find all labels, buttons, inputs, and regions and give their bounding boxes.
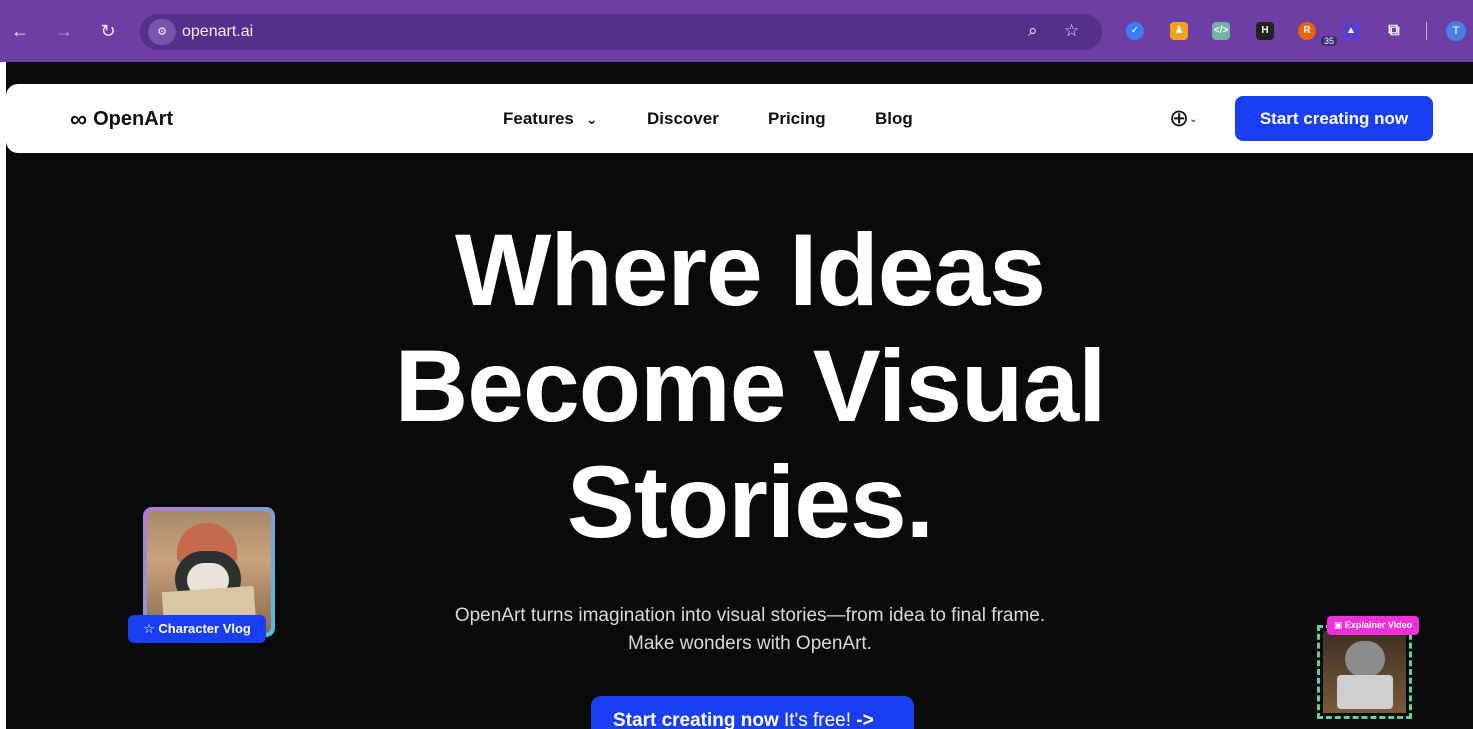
extension-figure-icon[interactable]: ♟	[1170, 22, 1188, 40]
nav-features[interactable]: Features ⌄	[503, 109, 598, 129]
extension-h-icon[interactable]: H	[1256, 22, 1274, 40]
cat-laptop-thumbnail	[1323, 631, 1406, 713]
explainer-video-tag[interactable]: ▣ Explainer Video	[1327, 616, 1419, 635]
extension-verified-icon[interactable]: ✓	[1126, 22, 1144, 40]
openart-logo[interactable]: ∞ OpenArt	[70, 105, 174, 133]
hero-cta-label: Start creating now It's free! ->	[613, 710, 874, 729]
hero-cta-bold: Start creating now	[613, 710, 779, 729]
hero-subtitle-line1: OpenArt turns imagination into visual st…	[454, 605, 1046, 626]
url-text[interactable]: openart.ai	[182, 23, 253, 41]
hero-cta-light: It's free!	[784, 710, 852, 729]
extension-code-icon[interactable]: </>	[1212, 22, 1230, 40]
chevron-down-icon: ⌄	[585, 111, 598, 127]
hero-title-line1: Where Ideas	[455, 213, 1046, 327]
hero-cta-arrow: ->	[856, 710, 874, 729]
browser-toolbar: ← → ↻ ⚙ openart.ai ⌕ ☆ ✓ ♟ </> H R ▲ 35 …	[0, 0, 1473, 62]
forward-icon[interactable]: →	[52, 19, 76, 43]
cat-shape	[1345, 641, 1385, 677]
hero-title: Where Ideas Become Visual Stories.	[300, 212, 1200, 560]
nav-discover[interactable]: Discover	[647, 109, 719, 129]
hero-subtitle-line2: Make wonders with OpenArt.	[628, 633, 872, 654]
zoom-icon[interactable]: ⌕	[1028, 21, 1038, 41]
address-bar[interactable]: ⚙ openart.ai ⌕ ☆	[140, 14, 1102, 50]
nav-pricing[interactable]: Pricing	[768, 109, 826, 129]
hero-subtitle: OpenArt turns imagination into visual st…	[300, 602, 1200, 658]
infinity-logo-icon: ∞	[70, 105, 88, 133]
hero-title-line3: Stories.	[566, 445, 934, 559]
start-creating-button[interactable]: Start creating now	[1235, 96, 1433, 141]
profile-avatar[interactable]: T	[1446, 21, 1466, 41]
nav-features-label: Features	[503, 109, 574, 128]
extension-r-icon[interactable]: R	[1298, 22, 1316, 40]
toolbar-divider	[1426, 22, 1427, 40]
back-icon[interactable]: ←	[8, 19, 32, 43]
reload-icon[interactable]: ↻	[96, 19, 120, 43]
explainer-video-card[interactable]	[1317, 625, 1412, 719]
extension-badge: 35	[1321, 36, 1338, 46]
language-globe-icon[interactable]: ⊕⌄	[1169, 104, 1198, 133]
nav-blog[interactable]: Blog	[875, 109, 913, 129]
laptop-shape	[1337, 675, 1393, 709]
chevron-down-icon: ⌄	[1189, 114, 1198, 126]
page-edge	[0, 62, 6, 729]
logo-text: OpenArt	[93, 108, 174, 130]
site-navbar: ∞ OpenArt Features ⌄ Discover Pricing Blo…	[6, 84, 1473, 153]
bookmark-star-icon[interactable]: ☆	[1064, 21, 1079, 41]
extension-cap-icon[interactable]: ▲	[1342, 22, 1360, 40]
hero-title-line2: Become Visual	[394, 329, 1107, 443]
character-vlog-tag[interactable]: ☆ Character Vlog	[128, 615, 266, 643]
extensions-puzzle-icon[interactable]: ⧉	[1385, 22, 1403, 40]
site-info-icon[interactable]: ⚙	[148, 19, 176, 45]
hero-cta-button[interactable]: Start creating now It's free! ->	[591, 696, 914, 729]
